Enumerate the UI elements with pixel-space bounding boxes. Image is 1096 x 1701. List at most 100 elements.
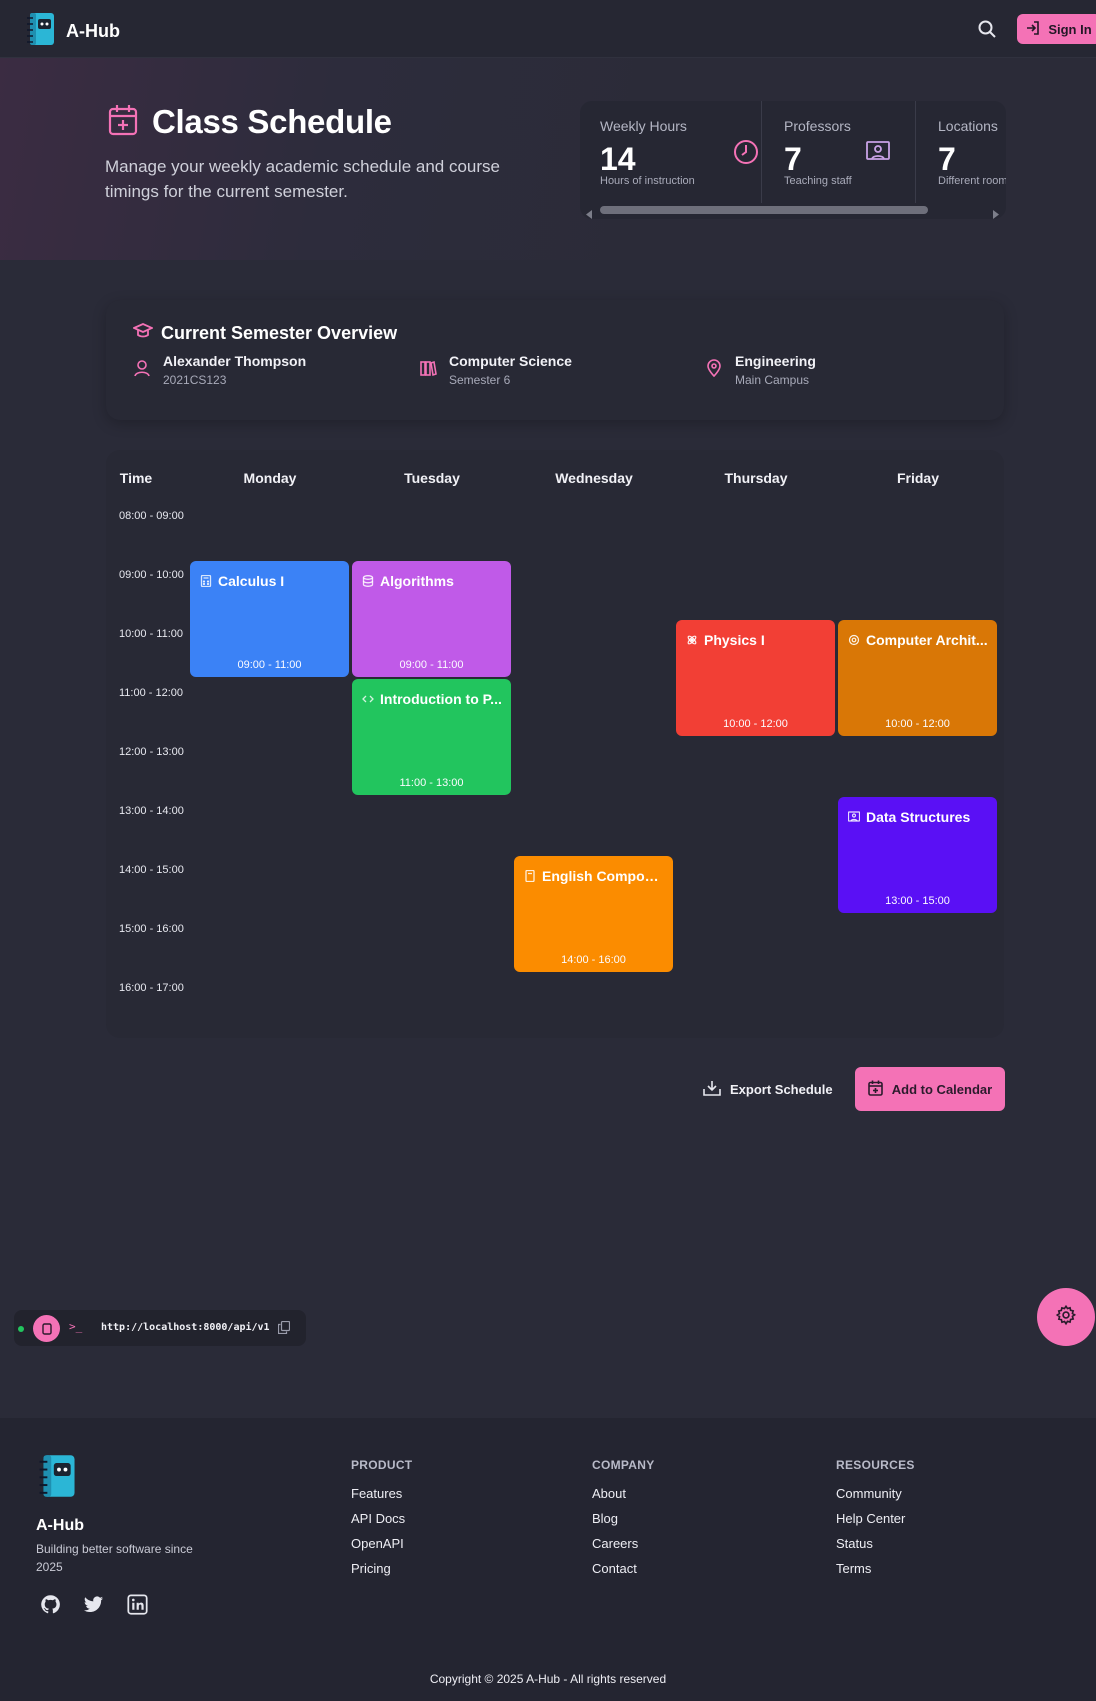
calendar-plus-icon <box>867 1080 883 1099</box>
copy-icon[interactable] <box>277 1320 291 1339</box>
top-navbar: A-Hub Sign In <box>0 0 1096 58</box>
add-to-calendar-button[interactable]: Add to Calendar <box>855 1067 1005 1111</box>
course-time: 09:00 - 11:00 <box>237 659 302 671</box>
api-logo-button[interactable] <box>33 1315 60 1342</box>
status-dot <box>18 1326 24 1332</box>
course-algorithms[interactable]: Algorithms 09:00 - 11:00 <box>352 561 511 677</box>
stats-scroller[interactable]: Weekly Hours 14 Hours of instruction Pro… <box>580 101 1006 219</box>
footer-link[interactable]: Pricing <box>351 1561 412 1577</box>
stat-professors: Professors 7 Teaching staff <box>784 101 914 203</box>
semester-overview-card: Current Semester Overview Alexander Thom… <box>106 300 1004 420</box>
export-label: Export Schedule <box>730 1081 833 1097</box>
course-title: Data Structures <box>866 809 971 825</box>
footer-link[interactable]: Terms <box>836 1561 915 1577</box>
course-physics-i[interactable]: Physics I 10:00 - 12:00 <box>676 620 835 736</box>
time-slot-label: 08:00 - 09:00 <box>119 510 184 522</box>
linkedin-icon[interactable] <box>127 1594 149 1616</box>
course-title: English Composi... <box>542 868 664 884</box>
scroll-right-icon[interactable] <box>992 206 1000 219</box>
github-icon[interactable] <box>40 1594 62 1616</box>
department-name: Engineering <box>735 353 816 369</box>
stat-label: Professors <box>784 118 851 134</box>
brand-name: A-Hub <box>66 21 120 41</box>
database-icon <box>362 574 374 587</box>
search-icon[interactable] <box>976 18 998 40</box>
footer-column-company: COMPANY About Blog Careers Contact <box>592 1458 655 1586</box>
program-semester: Semester 6 <box>449 373 511 387</box>
course-time: 13:00 - 15:00 <box>885 895 950 907</box>
day-header-wednesday: Wednesday <box>555 470 633 486</box>
course-computer-architecture[interactable]: Computer Archit... 10:00 - 12:00 <box>838 620 997 736</box>
footer-link[interactable]: Careers <box>592 1536 655 1552</box>
footer-brand-name: A-Hub <box>36 1517 84 1534</box>
day-header-thursday: Thursday <box>724 470 788 486</box>
campus-info: Engineering Main Campus <box>705 353 816 387</box>
api-endpoint-bar: >_ http://localhost:8000/api/v1 <box>14 1310 306 1346</box>
footer-link[interactable]: Blog <box>592 1511 655 1527</box>
download-icon <box>703 1080 721 1099</box>
notebook-logo-icon <box>38 1454 80 1503</box>
footer-link[interactable]: Community <box>836 1486 915 1502</box>
course-time: 09:00 - 11:00 <box>399 659 464 671</box>
day-header-friday: Friday <box>896 470 939 486</box>
stat-desc: Hours of instruction <box>600 175 695 187</box>
presentation-icon <box>866 141 890 168</box>
footer-link[interactable]: Help Center <box>836 1511 915 1527</box>
sign-in-label: Sign In <box>1048 21 1092 37</box>
day-header-monday: Monday <box>243 470 297 486</box>
course-title: Calculus I <box>218 573 285 589</box>
add-calendar-label: Add to Calendar <box>891 1081 993 1097</box>
campus-location: Main Campus <box>735 373 810 387</box>
page-header: Class Schedule <box>108 103 392 141</box>
atom-icon <box>686 633 698 645</box>
calendar-plus-icon <box>108 104 138 141</box>
time-slot-label: 14:00 - 15:00 <box>119 864 184 876</box>
course-time: 10:00 - 12:00 <box>723 718 788 730</box>
brand[interactable]: A-Hub <box>26 12 120 51</box>
settings-fab-button[interactable] <box>1037 1288 1095 1346</box>
overview-header: Current Semester Overview <box>131 322 397 345</box>
course-time: 10:00 - 12:00 <box>885 718 950 730</box>
cpu-icon <box>848 633 860 646</box>
clock-icon <box>733 139 759 170</box>
stat-weekly-hours: Weekly Hours 14 Hours of instruction <box>600 101 760 203</box>
footer-heading: RESOURCES <box>836 1458 915 1472</box>
twitter-icon[interactable] <box>83 1594 105 1616</box>
course-intro-programming[interactable]: Introduction to P... 11:00 - 13:00 <box>352 679 511 795</box>
copyright-text: Copyright © 2025 A-Hub - All rights rese… <box>429 1672 667 1686</box>
time-slot-label: 13:00 - 14:00 <box>119 805 184 817</box>
stat-value: 7 <box>784 141 802 177</box>
stat-value: 7 <box>938 141 956 177</box>
scroll-left-icon[interactable] <box>585 206 593 219</box>
footer-column-product: PRODUCT Features API Docs OpenAPI Pricin… <box>351 1458 412 1586</box>
code-icon <box>362 692 374 704</box>
terminal-icon: >_ <box>69 1320 83 1333</box>
time-slot-label: 09:00 - 10:00 <box>119 569 184 581</box>
student-info: Alexander Thompson 2021CS123 <box>133 353 306 387</box>
export-schedule-button[interactable]: Export Schedule <box>703 1067 833 1111</box>
stat-desc: Different rooms <box>938 175 1006 187</box>
student-id: 2021CS123 <box>163 373 227 387</box>
course-title: Computer Archit... <box>866 632 988 648</box>
footer-tagline: Building better software since 2025 <box>36 1542 193 1574</box>
footer-link[interactable]: OpenAPI <box>351 1536 412 1552</box>
footer-link[interactable]: About <box>592 1486 655 1502</box>
sign-in-button[interactable]: Sign In <box>1017 14 1096 44</box>
time-slot-label: 15:00 - 16:00 <box>119 923 184 935</box>
stat-divider <box>761 101 762 203</box>
stat-value: 14 <box>600 141 636 177</box>
footer-link[interactable]: Features <box>351 1486 412 1502</box>
api-url: http://localhost:8000/api/v1 <box>101 1322 270 1333</box>
footer-link[interactable]: Status <box>836 1536 915 1552</box>
footer-link[interactable]: Contact <box>592 1561 655 1577</box>
course-calculus-i[interactable]: Calculus I 09:00 - 11:00 <box>190 561 349 677</box>
time-column-header: Time <box>119 470 153 486</box>
course-time: 14:00 - 16:00 <box>561 954 626 966</box>
stat-divider <box>915 101 916 203</box>
course-data-structures[interactable]: Data Structures 13:00 - 15:00 <box>838 797 997 913</box>
time-slot-label: 16:00 - 17:00 <box>119 982 184 994</box>
footer-link[interactable]: API Docs <box>351 1511 412 1527</box>
scrollbar-thumb[interactable] <box>600 206 928 214</box>
book-icon <box>524 869 536 883</box>
course-english-composition[interactable]: English Composi... 14:00 - 16:00 <box>514 856 673 972</box>
